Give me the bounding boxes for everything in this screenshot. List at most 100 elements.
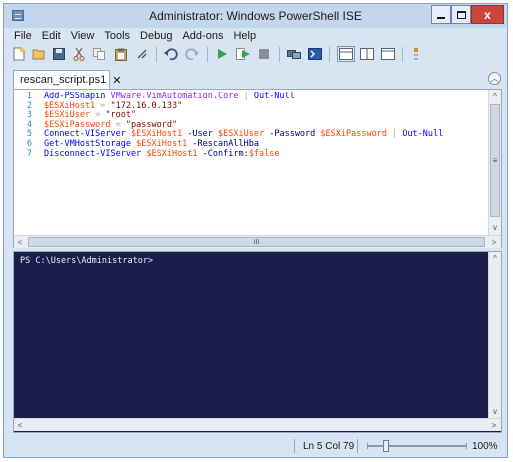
collapse-script-pane-button[interactable]: ︿ <box>488 72 501 85</box>
scroll-left-arrow[interactable]: < <box>14 236 26 248</box>
toolbar-separator <box>329 47 330 62</box>
console-prompt: PS C:\Users\Administrator> <box>20 256 154 266</box>
close-button[interactable]: x <box>471 5 504 24</box>
open-icon[interactable] <box>32 47 46 61</box>
scroll-right-arrow[interactable]: > <box>488 236 500 248</box>
code-token: "172.16.0.133" <box>110 100 183 111</box>
code-token: $ESXiUser <box>218 129 265 140</box>
toolbar-separator <box>156 47 157 62</box>
menu-bar: File Edit View Tools Debug Add-ons Help <box>4 28 507 44</box>
show-script-pane-top-icon[interactable] <box>337 46 355 62</box>
tab-label: rescan_script.ps1 <box>20 74 107 86</box>
code-token: = <box>90 110 106 121</box>
run-selection-icon[interactable] <box>236 47 250 61</box>
maximize-button[interactable] <box>451 5 471 24</box>
new-script-icon[interactable] <box>12 47 26 61</box>
code-token: $ESXiUser <box>44 110 91 121</box>
zoom-slider-thumb[interactable] <box>383 440 389 452</box>
clear-console-icon[interactable] <box>135 47 149 61</box>
stop-icon[interactable] <box>257 47 271 61</box>
tab-rescan-script[interactable]: rescan_script.ps1 ✕ <box>13 70 121 89</box>
code-token: $ESXiHost1 <box>131 129 183 140</box>
redo-icon[interactable] <box>185 47 199 61</box>
save-icon[interactable] <box>52 47 66 61</box>
code-token: $ESXiHost1 <box>146 148 198 159</box>
scroll-grip-icon: ≡ <box>492 156 498 165</box>
zoom-tick <box>466 443 467 449</box>
code-token: | <box>386 129 403 140</box>
menu-addons[interactable]: Add-ons <box>182 30 223 42</box>
scroll-thumb[interactable]: III <box>28 237 485 247</box>
menu-edit[interactable]: Edit <box>42 30 61 42</box>
code-token: "root" <box>105 110 137 121</box>
menu-help[interactable]: Help <box>233 30 256 42</box>
maximize-icon <box>456 10 466 19</box>
chevron-up-icon: ︿ <box>490 74 499 83</box>
code-token: -Password <box>264 129 316 140</box>
scroll-right-arrow[interactable]: > <box>488 419 500 431</box>
code-token: $ESXiPassword <box>320 129 387 140</box>
editor-vertical-scrollbar[interactable]: ^ ≡ v <box>488 90 501 235</box>
scroll-thumb[interactable]: ≡ <box>490 104 500 217</box>
scroll-down-arrow[interactable]: v <box>489 405 501 417</box>
menu-debug[interactable]: Debug <box>140 30 172 42</box>
console-horizontal-scrollbar[interactable]: < > <box>14 418 501 431</box>
code-token: -Confirm: <box>197 148 249 159</box>
show-script-pane-maximized-icon[interactable] <box>381 47 395 61</box>
code-token: Connect-VIServer <box>44 129 126 140</box>
code-line[interactable]: 7 Disconnect-VIServer $ESXiHost1 -Confirm… <box>14 148 488 160</box>
code-token: -RescanAllHba <box>187 138 259 149</box>
scroll-grip-icon: III <box>253 238 260 246</box>
line-number: 7 <box>26 148 32 159</box>
scroll-down-arrow[interactable]: v <box>489 221 501 233</box>
scroll-left-arrow[interactable]: < <box>14 419 26 431</box>
code-token: Disconnect-VIServer <box>44 148 142 159</box>
code-token: $false <box>248 148 280 159</box>
code-token: -User <box>182 129 213 140</box>
scroll-up-arrow[interactable]: ^ <box>489 90 501 102</box>
paste-icon[interactable] <box>114 47 128 61</box>
code-token: "password" <box>125 119 178 130</box>
close-icon: x <box>484 7 491 22</box>
code-token: Out-Null <box>402 129 444 140</box>
scroll-up-arrow[interactable]: ^ <box>489 252 501 264</box>
zoom-tick <box>367 443 368 449</box>
show-command-addon-icon[interactable] <box>409 47 423 61</box>
menu-tools[interactable]: Tools <box>104 30 130 42</box>
minimize-icon <box>437 16 445 19</box>
code-token: = <box>95 100 111 111</box>
editor-horizontal-scrollbar[interactable]: < III > <box>14 235 501 248</box>
status-bar: Ln 5 Col 79 100% <box>4 435 507 457</box>
status-separator <box>357 439 358 453</box>
copy-icon[interactable] <box>92 47 106 61</box>
code-token: Out-Null <box>248 92 295 101</box>
start-powershell-icon[interactable] <box>308 47 322 61</box>
code-token: $ESXiHost1 <box>44 100 96 111</box>
status-separator <box>294 439 295 453</box>
minimize-button[interactable] <box>431 5 451 24</box>
script-editor[interactable]: 1 Add-PSSnapin VMware.VimAutomation.Core … <box>13 89 502 248</box>
toolbar-separator <box>402 47 403 62</box>
toolbar-separator <box>207 47 208 62</box>
code-token: = <box>110 119 126 130</box>
zoom-slider-track[interactable] <box>367 445 467 447</box>
script-code-area[interactable]: 1 Add-PSSnapin VMware.VimAutomation.Core … <box>14 92 488 230</box>
undo-icon[interactable] <box>164 47 178 61</box>
menu-file[interactable]: File <box>14 30 32 42</box>
console-pane[interactable]: PS C:\Users\Administrator> ^ v < > <box>13 251 502 433</box>
script-tab-strip: rescan_script.ps1 ✕ ︿ <box>13 70 502 89</box>
code-token: $ESXiPassword <box>44 119 111 130</box>
powershell-ise-window: Administrator: Windows PowerShell ISE x … <box>3 3 508 458</box>
show-script-pane-right-icon[interactable] <box>360 47 374 61</box>
menu-view[interactable]: View <box>71 30 95 42</box>
toolbar <box>4 44 507 66</box>
title-bar[interactable]: Administrator: Windows PowerShell ISE x <box>4 4 507 28</box>
console-vertical-scrollbar[interactable]: ^ v <box>488 252 501 418</box>
run-icon[interactable] <box>215 47 229 61</box>
toolbar-separator <box>279 47 280 62</box>
code-token: $ESXiHost1 <box>136 138 188 149</box>
close-tab-icon[interactable]: ✕ <box>112 74 121 87</box>
new-remote-tab-icon[interactable] <box>287 47 301 61</box>
code-token: Get-VMHostStorage <box>44 138 131 149</box>
cut-icon[interactable] <box>72 47 86 61</box>
